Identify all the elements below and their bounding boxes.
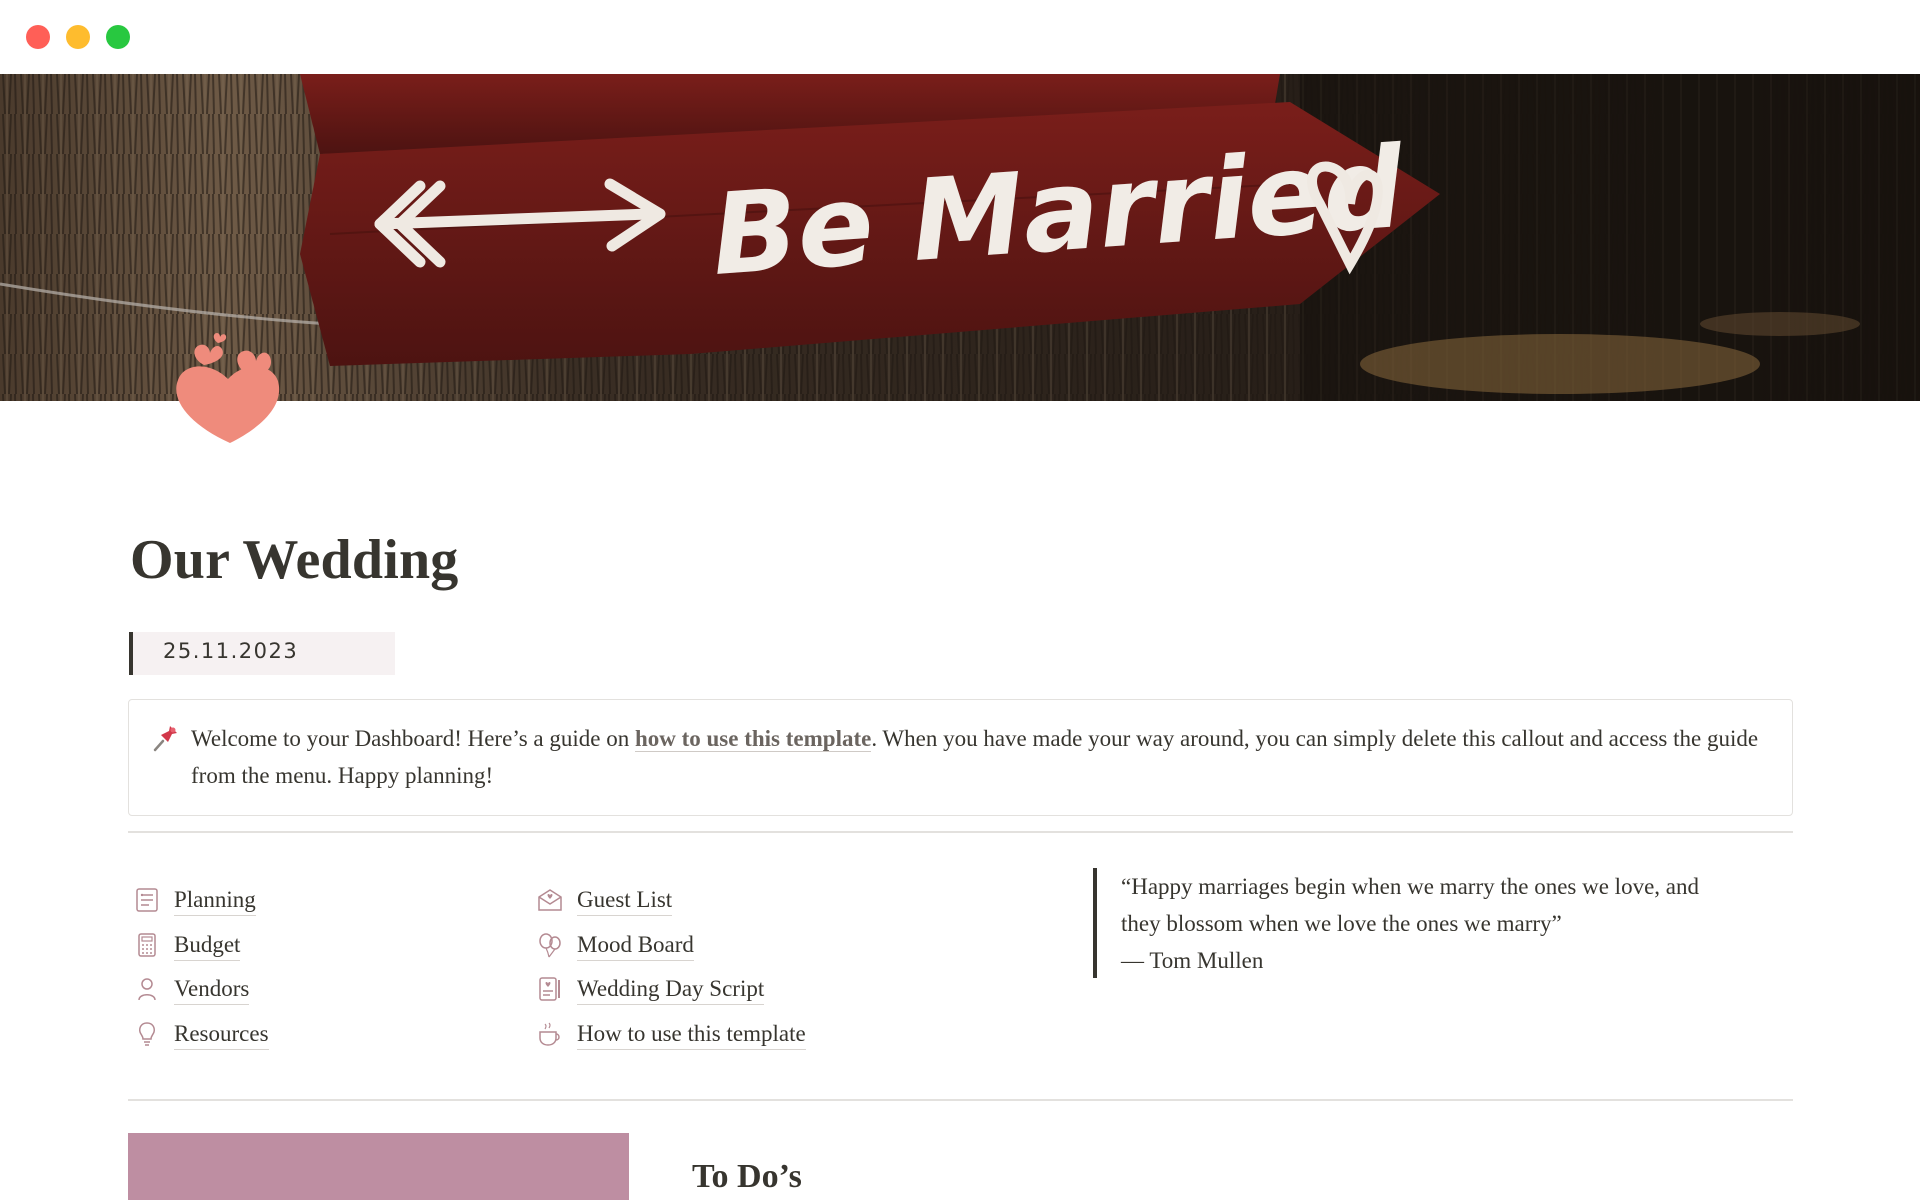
quote-author: — Tom Mullen (1121, 948, 1264, 973)
nav-label-budget: Budget (174, 930, 241, 961)
hearts-icon[interactable] (170, 325, 290, 455)
planner-icon (136, 888, 158, 912)
script-icon (539, 977, 560, 1001)
nav-link-planning[interactable]: Planning (134, 882, 256, 918)
nav-link-mood-board[interactable]: Mood Board (537, 927, 694, 963)
nav-label-how-to-use: How to use this template (577, 1019, 806, 1050)
section-divider (128, 831, 1793, 833)
calculator-icon (138, 933, 156, 957)
balloons-icon (539, 933, 561, 958)
nav-link-resources[interactable]: Resources (134, 1016, 269, 1052)
nav-link-wedding-day-script[interactable]: Wedding Day Script (537, 971, 765, 1007)
how-to-use-template-link[interactable]: how to use this template (634, 726, 872, 752)
wedding-date: 25.11.2023 (163, 639, 299, 663)
coffee-cup-icon (539, 1022, 560, 1046)
nav-link-budget[interactable]: Budget (134, 927, 241, 963)
close-window-button[interactable] (26, 25, 50, 49)
nav-label-planning: Planning (174, 885, 256, 916)
nav-label-wedding-day-script: Wedding Day Script (577, 974, 765, 1005)
todo-heading[interactable]: To Do’s (692, 1158, 802, 1196)
page-title[interactable]: Our Wedding (130, 528, 459, 592)
nav-label-resources: Resources (174, 1019, 269, 1050)
maximize-window-button[interactable] (106, 25, 130, 49)
todo-cover-block[interactable] (128, 1133, 629, 1200)
callout-text: Welcome to your Dashboard! Here’s a guid… (191, 720, 1761, 794)
wedding-date-block[interactable]: 25.11.2023 (129, 632, 395, 675)
nav-link-vendors[interactable]: Vendors (134, 971, 250, 1007)
nav-label-mood-board: Mood Board (577, 930, 694, 961)
pushpin-icon (153, 726, 177, 752)
nav-link-guest-list[interactable]: Guest List (537, 882, 673, 918)
nav-label-guest-list: Guest List (577, 885, 673, 916)
section-divider-2 (128, 1099, 1793, 1101)
person-icon (138, 978, 156, 1001)
nav-label-vendors: Vendors (174, 974, 250, 1005)
envelope-heart-icon (538, 889, 562, 911)
nav-link-how-to-use[interactable]: How to use this template (537, 1016, 806, 1052)
wedding-quote: “Happy marriages begin when we marry the… (1093, 868, 1753, 978)
callout-text-intro: Welcome to your Dashboard! Here’s a guid… (191, 726, 635, 751)
quote-text: “Happy marriages begin when we marry the… (1121, 874, 1699, 936)
minimize-window-button[interactable] (66, 25, 90, 49)
welcome-callout[interactable]: Welcome to your Dashboard! Here’s a guid… (128, 699, 1793, 816)
window-titlebar (0, 0, 1920, 74)
lightbulb-icon (139, 1022, 155, 1046)
